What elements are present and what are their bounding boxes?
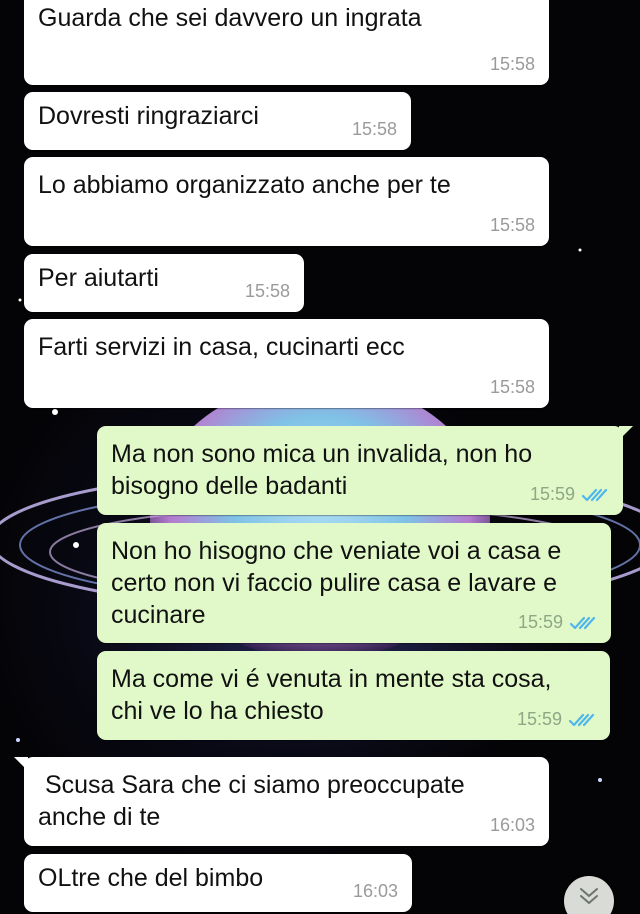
message-time: 15:58	[489, 215, 535, 235]
message-bubble-outgoing[interactable]: Ma come vi é venuta in mente sta cosa, c…	[97, 651, 610, 740]
message-text: Farti servizi in casa, cucinarti ecc	[38, 333, 405, 361]
message-time: 16:03	[489, 815, 535, 835]
message-bubble-incoming[interactable]: Farti servizi in casa, cucinarti ecc 15:…	[24, 319, 549, 408]
message-text: Per aiutarti	[38, 264, 159, 292]
message-text: OLtre che del bimbo	[38, 864, 264, 892]
chat-conversation[interactable]: Guarda che sei davvero un ingrata 15:58 …	[0, 0, 640, 914]
message-bubble-outgoing[interactable]: Non ho hisogno che veniate voi a casa e …	[97, 523, 611, 643]
message-time: 15:59	[529, 484, 575, 504]
message-meta: 16:03	[353, 881, 398, 902]
message-text: Ma non sono mica un invalida, non ho bis…	[111, 440, 533, 500]
message-bubble-incoming[interactable]: Scusa Sara che ci siamo preoccupate anch…	[14, 757, 549, 846]
message-meta: 15:58	[490, 377, 535, 398]
message-bubble-incoming[interactable]: Per aiutarti 15:58	[24, 254, 304, 312]
double-check-icon	[569, 615, 597, 631]
message-time: 15:59	[517, 612, 563, 632]
message-time: 15:59	[516, 709, 562, 729]
message-bubble-incoming[interactable]: Lo abbiamo organizzato anche per te 15:5…	[24, 157, 549, 246]
message-meta: 15:59	[517, 709, 596, 730]
message-text: Lo abbiamo organizzato anche per te	[38, 171, 451, 199]
message-time: 15:58	[489, 54, 535, 74]
message-meta: 15:58	[245, 281, 290, 302]
message-bubble-outgoing[interactable]: Ma non sono mica un invalida, non ho bis…	[97, 426, 633, 515]
message-bubble-incoming[interactable]: OLtre che del bimbo 16:03	[24, 854, 412, 912]
message-text: Dovresti ringraziarci	[38, 102, 259, 130]
double-check-icon	[581, 487, 609, 503]
double-check-icon	[568, 712, 596, 728]
bubble-tail	[619, 426, 633, 440]
message-meta: 16:03	[490, 815, 535, 836]
message-text: Ma come vi é venuta in mente sta cosa, c…	[111, 665, 552, 725]
message-time: 16:03	[352, 881, 398, 901]
message-time: 15:58	[489, 377, 535, 397]
message-text: Non ho hisogno che veniate voi a casa e …	[111, 537, 562, 629]
message-meta: 15:58	[490, 54, 535, 75]
message-meta: 15:58	[352, 119, 397, 140]
chevron-double-down-icon	[577, 886, 601, 911]
message-time: 15:58	[351, 119, 397, 139]
message-bubble-incoming[interactable]: Dovresti ringraziarci 15:58	[24, 92, 411, 150]
message-text: Guarda che sei davvero un ingrata	[38, 4, 422, 32]
message-meta: 15:59	[530, 484, 609, 505]
bubble-tail	[14, 757, 28, 771]
message-meta: 15:59	[518, 612, 597, 633]
message-time: 15:58	[244, 281, 290, 301]
message-text: Scusa Sara che ci siamo preoccupate anch…	[38, 771, 465, 831]
message-meta: 15:58	[490, 215, 535, 236]
message-bubble-incoming[interactable]: Guarda che sei davvero un ingrata 15:58	[24, 0, 549, 85]
